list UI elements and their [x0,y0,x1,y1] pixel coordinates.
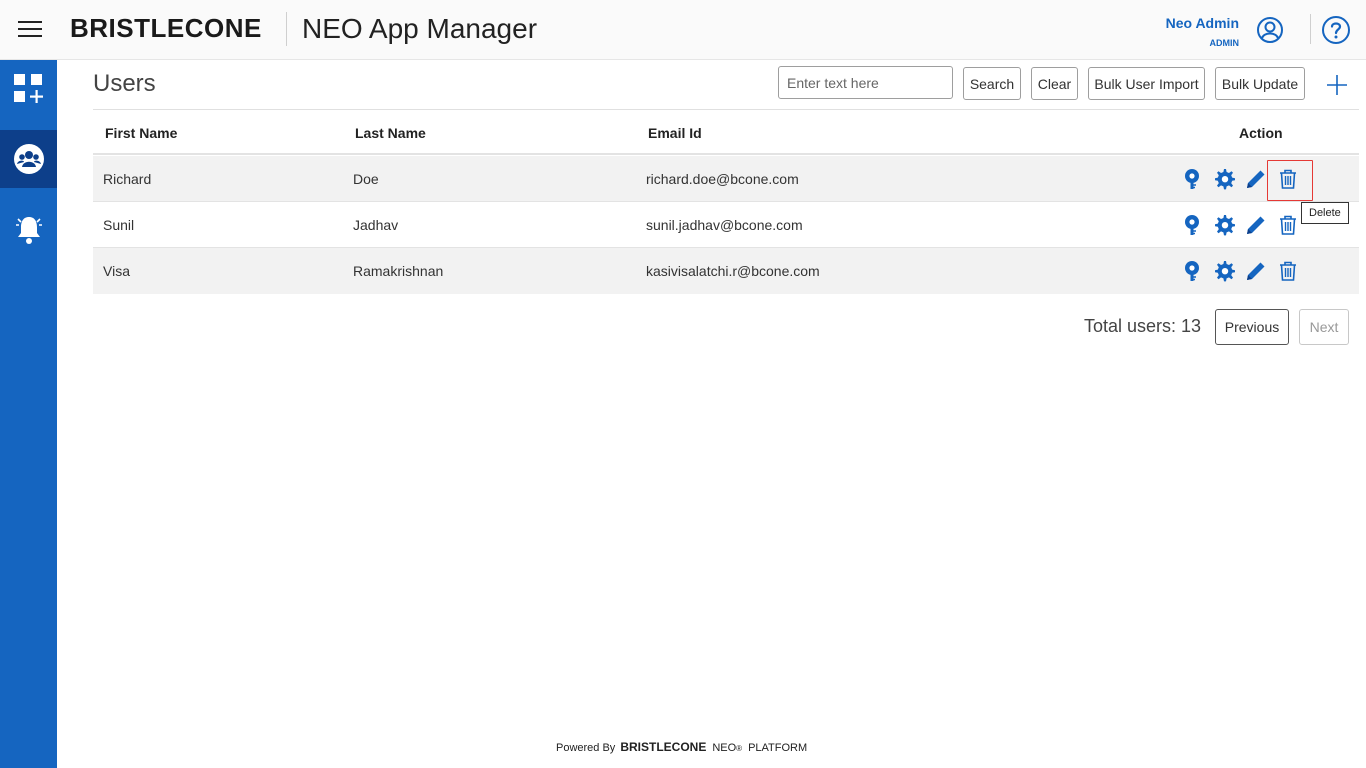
total-users-count: Total users: 13 [1084,316,1202,336]
edit-pencil-icon[interactable] [1244,259,1268,283]
page-title: Users [93,70,156,97]
column-header-action: Action [1239,125,1283,141]
header-divider [286,12,287,46]
access-key-icon[interactable] [1180,213,1204,237]
sidebar [0,60,57,768]
brand-logo: BRISTLECONE [70,13,262,43]
add-user-icon[interactable] [1325,73,1349,97]
footer-registered-mark: ® [736,744,743,753]
settings-gear-icon[interactable] [1212,213,1236,237]
clear-button[interactable]: Clear [1031,67,1078,100]
search-button[interactable]: Search [963,67,1021,100]
delete-trash-icon[interactable] [1276,167,1300,191]
cell-first-name: Visa [103,263,130,279]
footer-platform: PLATFORM [748,742,808,754]
cell-last-name: Jadhav [353,217,399,233]
header-divider-right [1310,14,1311,44]
table-header: First Name Last Name Email Id Action [93,110,1359,155]
cell-first-name: Richard [103,171,152,187]
table-row: Richard Doe richard.doe@bcone.com [93,156,1359,202]
cell-email: kasivisalatchi.r@bcone.com [646,263,820,279]
access-key-icon[interactable] [1180,259,1204,283]
users-icon [13,144,44,174]
column-header-email: Email Id [648,125,702,141]
column-header-last-name: Last Name [355,125,426,141]
user-role: ADMIN [1209,38,1240,48]
cell-email: richard.doe@bcone.com [646,171,799,187]
edit-pencil-icon[interactable] [1244,167,1268,191]
edit-pencil-icon[interactable] [1244,213,1268,237]
footer-powered-by: Powered By [556,742,616,754]
bell-icon [15,217,42,244]
user-name[interactable]: Neo Admin [1166,15,1239,31]
bulk-user-import-button[interactable]: Bulk User Import [1088,67,1205,100]
help-icon[interactable] [1321,15,1351,45]
footer-brand: BRISTLECONE [620,740,707,754]
access-key-icon[interactable] [1180,167,1204,191]
cell-first-name: Sunil [103,217,135,233]
app-header: BRISTLECONE NEO App Manager Neo Admin AD… [0,0,1366,60]
footer: Powered By BRISTLECONE NEO ® PLATFORM [556,740,807,754]
delete-tooltip: Delete [1301,202,1349,224]
menu-icon[interactable] [18,21,42,39]
table-row: Sunil Jadhav sunil.jadhav@bcone.com [93,202,1359,248]
delete-trash-icon[interactable] [1276,213,1300,237]
sidebar-item-notifications[interactable] [0,200,57,258]
previous-page-button[interactable]: Previous [1215,309,1289,345]
user-account-icon[interactable] [1256,16,1284,44]
footer-neo: NEO [712,742,737,754]
table-row: Visa Ramakrishnan kasivisalatchi.r@bcone… [93,248,1359,294]
cell-email: sunil.jadhav@bcone.com [646,217,803,233]
grid-plus-icon [13,74,43,103]
cell-last-name: Doe [353,171,379,187]
app-title: NEO App Manager [302,13,538,44]
cell-last-name: Ramakrishnan [353,263,444,279]
settings-gear-icon[interactable] [1212,259,1236,283]
sidebar-item-dashboard[interactable] [0,60,57,118]
settings-gear-icon[interactable] [1212,167,1236,191]
column-header-first-name: First Name [105,125,178,141]
bulk-update-button[interactable]: Bulk Update [1215,67,1305,100]
delete-trash-icon[interactable] [1276,259,1300,283]
next-page-button[interactable]: Next [1299,309,1349,345]
search-input[interactable] [778,66,953,99]
sidebar-item-users[interactable] [0,130,57,188]
